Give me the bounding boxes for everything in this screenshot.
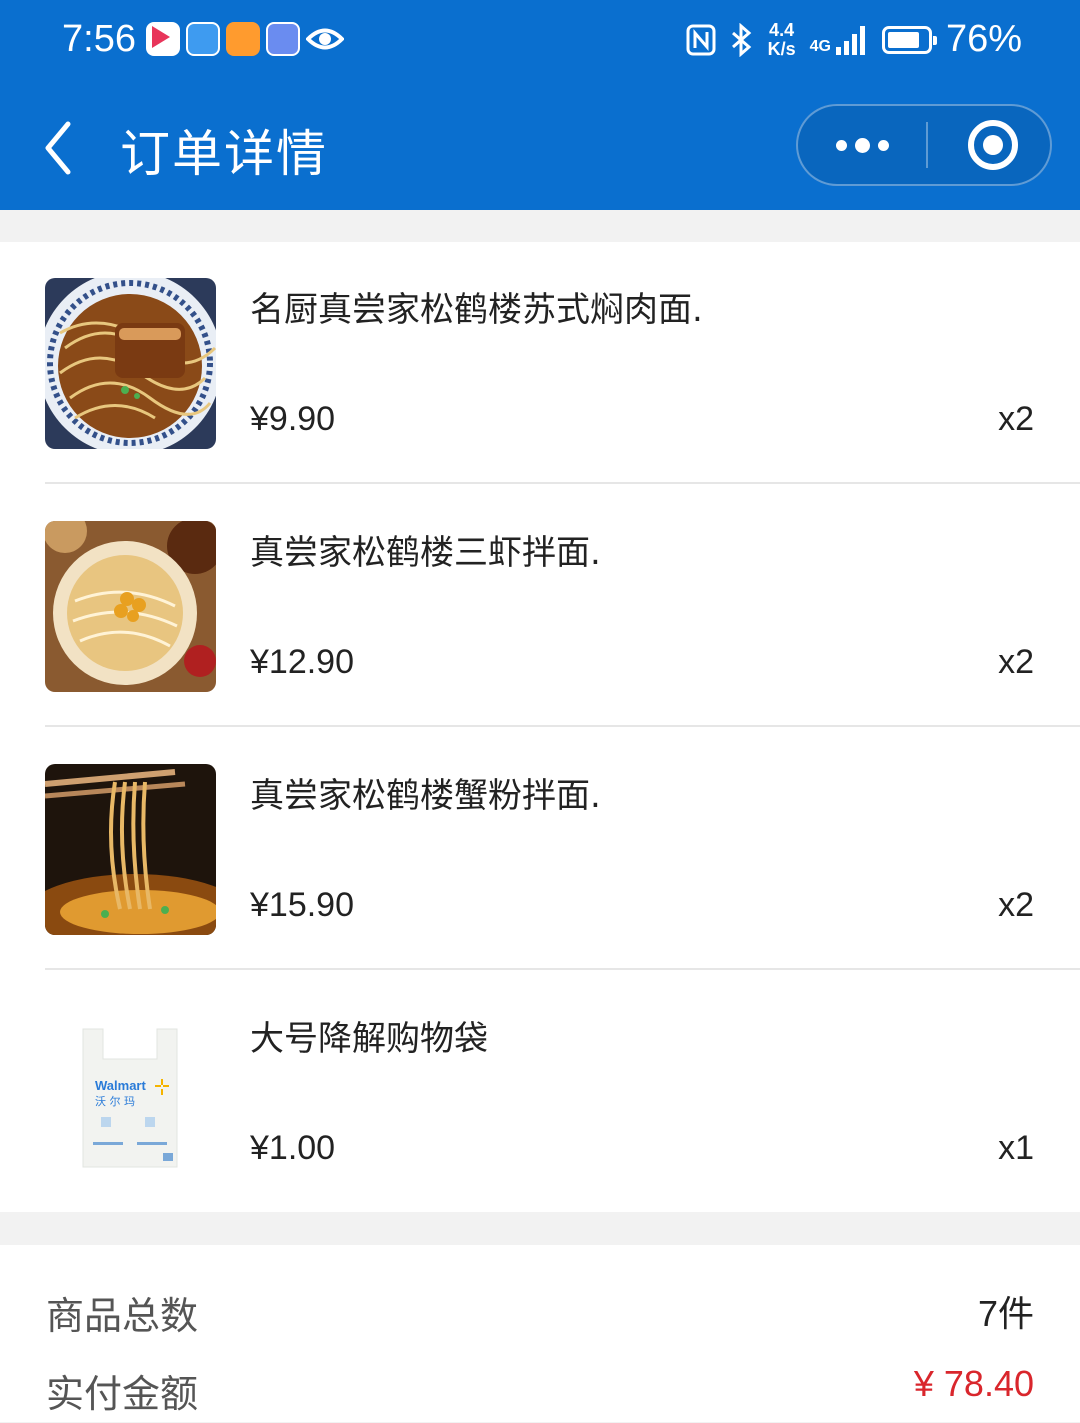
top-bar: 7:56 4.4 K/s 4G 76% 订单详情 xyxy=(0,0,1080,210)
paid-amount-label: 实付金额 xyxy=(46,1372,199,1416)
notification-icons xyxy=(146,22,344,56)
item-quantity: x2 xyxy=(998,400,1034,438)
crab-noodle-photo xyxy=(45,764,216,935)
item-quantity: x2 xyxy=(998,886,1034,924)
capsule-divider xyxy=(926,122,928,168)
net-speed-unit: K/s xyxy=(767,38,796,59)
bag-brand: Walmart xyxy=(95,1078,146,1093)
divider xyxy=(45,482,1080,484)
network-type: 4G xyxy=(809,37,831,55)
chevron-left-icon[interactable] xyxy=(36,118,86,178)
list-item[interactable]: 真尝家松鹤楼三虾拌面. ¥12.90 x2 xyxy=(0,485,1080,727)
battery-percent: 76% xyxy=(945,18,1022,60)
list-item[interactable]: 真尝家松鹤楼蟹粉拌面. ¥15.90 x2 xyxy=(0,728,1080,970)
item-name: 名厨真尝家松鹤楼苏式焖肉面. xyxy=(250,290,703,330)
eye-icon xyxy=(306,28,344,50)
list-item[interactable]: 名厨真尝家松鹤楼苏式焖肉面. ¥9.90 x2 xyxy=(0,242,1080,484)
miniprogram-capsule xyxy=(796,104,1052,186)
divider xyxy=(45,968,1080,970)
item-name: 大号降解购物袋 xyxy=(250,1019,488,1059)
list-item[interactable]: Walmart 沃 尔 玛 大号降解购物袋 ¥1.00 x1 xyxy=(0,971,1080,1213)
item-price: ¥1.00 xyxy=(250,1129,336,1167)
music-app-icon xyxy=(266,22,300,56)
page-title: 订单详情 xyxy=(120,125,328,183)
total-items-label: 商品总数 xyxy=(46,1294,199,1338)
bluetooth-icon xyxy=(731,22,751,57)
nfc-icon xyxy=(686,24,716,55)
video-app-icon xyxy=(146,22,180,56)
status-bar: 7:56 4.4 K/s 4G 76% xyxy=(0,0,1080,85)
shrimp-noodle-photo xyxy=(45,521,216,692)
total-items-row: 商品总数 7件 xyxy=(0,1285,1080,1345)
target-close-icon[interactable] xyxy=(968,120,1018,170)
item-quantity: x1 xyxy=(998,1129,1034,1167)
bag-brand-cn: 沃 尔 玛 xyxy=(95,1095,135,1108)
paid-amount-row: 实付金额 ¥ 78.40 xyxy=(0,1363,1080,1423)
item-name: 真尝家松鹤楼三虾拌面. xyxy=(250,533,601,573)
status-right: 4.4 K/s 4G 76% xyxy=(686,18,1022,61)
more-dots-icon[interactable] xyxy=(798,106,926,184)
status-time: 7:56 xyxy=(62,18,136,60)
shopping-bag-photo: Walmart 沃 尔 玛 xyxy=(45,1007,216,1178)
item-price: ¥12.90 xyxy=(250,643,354,681)
braised-pork-noodle-photo xyxy=(45,278,216,449)
signal-icon xyxy=(835,25,865,55)
item-price: ¥15.90 xyxy=(250,886,354,924)
paid-amount-value: ¥ 78.40 xyxy=(913,1363,1034,1404)
net-speed: 4.4 K/s xyxy=(767,19,796,59)
divider xyxy=(45,725,1080,727)
item-quantity: x2 xyxy=(998,643,1034,681)
net-speed-value: 4.4 xyxy=(769,19,795,40)
browser-app-icon xyxy=(186,22,220,56)
signal-group: 4G xyxy=(810,25,868,55)
order-item-list: 名厨真尝家松鹤楼苏式焖肉面. ¥9.90 x2 真尝家松鹤楼三虾拌面. ¥12.… xyxy=(0,242,1080,1212)
order-summary: 商品总数 7件 实付金额 ¥ 78.40 xyxy=(0,1245,1080,1422)
battery-icon xyxy=(881,25,937,54)
item-price: ¥9.90 xyxy=(250,400,336,438)
total-items-value: 7件 xyxy=(977,1293,1034,1334)
orange-app-icon xyxy=(226,22,260,56)
item-name: 真尝家松鹤楼蟹粉拌面. xyxy=(250,776,601,816)
